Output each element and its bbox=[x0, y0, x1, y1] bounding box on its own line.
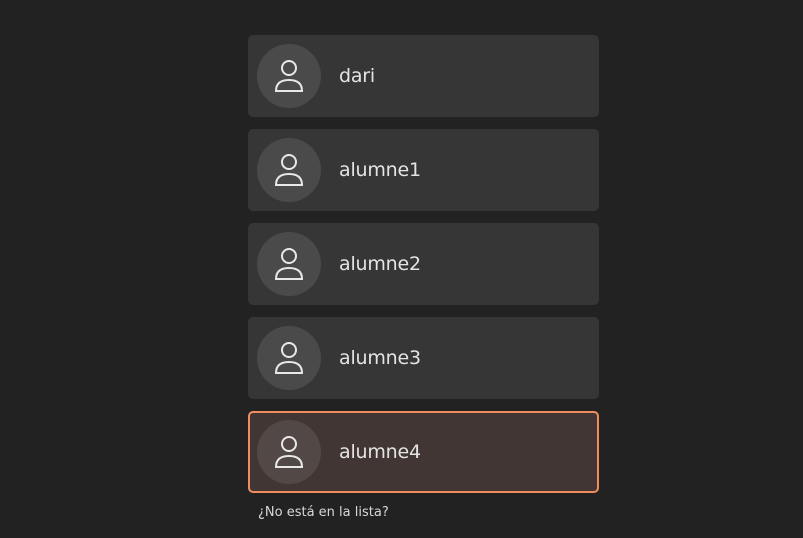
user-item-alumne3[interactable]: alumne3 bbox=[248, 317, 599, 399]
user-avatar-icon bbox=[257, 138, 321, 202]
user-avatar-icon bbox=[257, 232, 321, 296]
user-item-alumne1[interactable]: alumne1 bbox=[248, 129, 599, 211]
user-avatar-icon bbox=[257, 420, 321, 484]
user-item-dari[interactable]: dari bbox=[248, 35, 599, 117]
not-listed-link[interactable]: ¿No está en la lista? bbox=[258, 505, 389, 520]
user-item-alumne4[interactable]: alumne4 bbox=[248, 411, 599, 493]
user-name: dari bbox=[339, 65, 375, 87]
user-avatar-icon bbox=[257, 326, 321, 390]
login-screen: dari alumne1 alumne2 alumne3 alumne4 ¿No… bbox=[0, 0, 803, 538]
user-item-alumne2[interactable]: alumne2 bbox=[248, 223, 599, 305]
user-name: alumne3 bbox=[339, 347, 421, 369]
user-list: dari alumne1 alumne2 alumne3 alumne4 bbox=[248, 35, 599, 505]
user-name: alumne4 bbox=[339, 441, 421, 463]
user-avatar-icon bbox=[257, 44, 321, 108]
user-name: alumne1 bbox=[339, 159, 421, 181]
user-name: alumne2 bbox=[339, 253, 421, 275]
